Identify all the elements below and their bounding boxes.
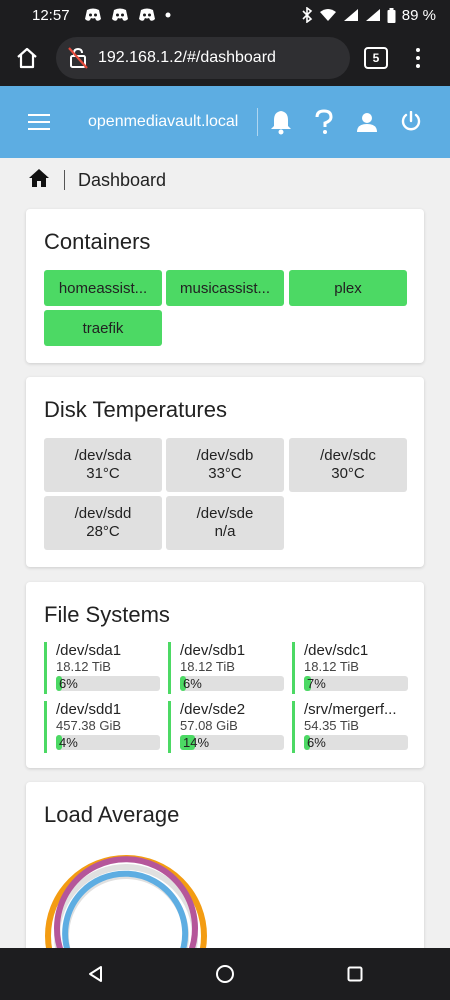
filesystem-size: 18.12 TiB: [180, 659, 235, 674]
filesystem-device: /srv/mergerf...: [304, 701, 397, 718]
notification-dot-icon: [165, 12, 171, 18]
disk-temp-tile: /dev/sda 31°C: [44, 438, 162, 492]
load-average-widget: Load Average: [26, 782, 424, 972]
disk-temp-value: 28°C: [86, 523, 120, 540]
filesystem-tile: /dev/sda1 18.12 TiB 6%: [44, 642, 160, 694]
container-label: traefik: [82, 319, 124, 337]
filesystem-device: /dev/sdc1: [304, 642, 369, 659]
breadcrumb-home-icon[interactable]: [28, 168, 50, 193]
filesystem-usage-bar: 6%: [56, 676, 160, 691]
container-label: plex: [334, 279, 362, 297]
containers-widget: Containers homeassist... musicassist... …: [26, 209, 424, 363]
discord-icon: [111, 8, 129, 22]
system-navigation-bar: [0, 948, 450, 1000]
container-label: homeassist...: [58, 279, 148, 297]
breadcrumb: Dashboard: [28, 166, 166, 194]
disk-device: /dev/sda: [74, 447, 132, 464]
filesystem-usage-bar: 4%: [56, 735, 160, 750]
filesystem-device: /dev/sda1: [56, 642, 122, 659]
discord-icon: [84, 8, 102, 22]
disk-temp-tile: /dev/sdd 28°C: [44, 496, 162, 550]
filesystem-tile: /dev/sdb1 18.12 TiB 6%: [168, 642, 284, 694]
usage-percent: 6%: [183, 676, 202, 691]
filesystem-size: 18.12 TiB: [304, 659, 359, 674]
disk-temp-tile: /dev/sdb 33°C: [166, 438, 284, 492]
usage-percent: 6%: [59, 676, 78, 691]
filesystem-device: /dev/sde2: [180, 701, 246, 718]
discord-icon: [138, 8, 156, 22]
breadcrumb-current: Dashboard: [78, 169, 167, 190]
usage-percent: 14%: [183, 735, 210, 750]
browser-menu-button[interactable]: [416, 48, 420, 68]
user-account-icon[interactable]: [353, 108, 381, 136]
filesystem-size: 457.38 GiB: [56, 718, 122, 733]
filesystem-usage-bar: 6%: [304, 735, 408, 750]
container-label: musicassist...: [179, 279, 270, 297]
filesystem-tile: /dev/sdd1 457.38 GiB 4%: [44, 701, 160, 753]
disk-device: /dev/sde: [196, 505, 254, 522]
usage-percent: 6%: [307, 735, 326, 750]
status-time: 12:57: [32, 6, 70, 24]
disk-device: /dev/sdc: [320, 447, 376, 464]
power-icon[interactable]: [397, 108, 425, 136]
usage-percent: 7%: [307, 676, 326, 691]
gauge-ring-inner: [62, 870, 189, 960]
disk-temperatures-widget: Disk Temperatures /dev/sda 31°C /dev/sdb 3…: [26, 377, 424, 567]
recents-icon[interactable]: [345, 964, 365, 984]
filesystem-usage-bar: 14%: [180, 735, 284, 750]
hamburger-menu-icon[interactable]: [28, 114, 50, 135]
file-systems-title: File Systems: [44, 602, 170, 627]
filesystem-size: 57.08 GiB: [180, 718, 238, 733]
load-average-title: Load Average: [44, 802, 180, 827]
disk-temperatures-title: Disk Temperatures: [44, 397, 227, 422]
url-bar[interactable]: 192.168.1.2/#/dashboard: [56, 37, 350, 79]
container-chip[interactable]: traefik: [44, 310, 162, 346]
notifications-bell-icon[interactable]: [267, 108, 295, 136]
filesystem-size: 18.12 TiB: [56, 659, 111, 674]
filesystem-device: /dev/sdb1: [180, 642, 246, 659]
battery-level: 89 %: [401, 6, 436, 24]
bluetooth-icon: [301, 7, 313, 23]
filesystem-size: 54.35 TiB: [304, 718, 359, 733]
filesystem-tile: /srv/mergerf... 54.35 TiB 6%: [292, 701, 408, 753]
signal-icon: [365, 8, 381, 22]
header-divider: [257, 108, 258, 136]
home-nav-icon[interactable]: [215, 964, 235, 984]
filesystem-tile: /dev/sdc1 18.12 TiB 7%: [292, 642, 408, 694]
system-status-bar: 12:57 89 %: [0, 0, 450, 30]
filesystem-device: /dev/sdd1: [56, 701, 122, 718]
filesystem-tile: /dev/sde2 57.08 GiB 14%: [168, 701, 284, 753]
tab-switcher-button[interactable]: 5: [364, 47, 388, 69]
back-icon[interactable]: [85, 964, 105, 984]
breadcrumb-separator: [64, 170, 65, 190]
browser-home-button[interactable]: [10, 41, 44, 75]
disk-temp-value: n/a: [214, 523, 236, 540]
disk-device: /dev/sdb: [196, 447, 254, 464]
disk-device: /dev/sdd: [74, 505, 132, 522]
filesystem-usage-bar: 7%: [304, 676, 408, 691]
insecure-lock-icon: [68, 47, 88, 69]
filesystem-usage-bar: 6%: [180, 676, 284, 691]
battery-icon: [387, 7, 396, 23]
disk-temp-value: 31°C: [86, 465, 120, 482]
app-header: openmediavault.local: [0, 86, 450, 158]
disk-temp-tile: /dev/sdc 30°C: [289, 438, 407, 492]
containers-title: Containers: [44, 229, 151, 254]
file-systems-widget: File Systems /dev/sda1 18.12 TiB 6% /dev…: [26, 582, 424, 768]
wifi-icon: [319, 8, 337, 22]
help-icon[interactable]: [310, 108, 338, 136]
container-chip[interactable]: plex: [289, 270, 407, 306]
hostname: openmediavault.local: [88, 113, 239, 130]
usage-percent: 4%: [59, 735, 78, 750]
container-chip[interactable]: musicassist...: [166, 270, 284, 306]
home-icon: [17, 47, 37, 69]
url-text: 192.168.1.2/#/dashboard: [98, 49, 276, 66]
browser-toolbar: 192.168.1.2/#/dashboard 5: [0, 30, 450, 86]
signal-icon: [343, 8, 359, 22]
disk-temp-value: 33°C: [208, 465, 242, 482]
container-chip[interactable]: homeassist...: [44, 270, 162, 306]
disk-temp-value: 30°C: [331, 465, 365, 482]
disk-temp-tile: /dev/sde n/a: [166, 496, 284, 550]
